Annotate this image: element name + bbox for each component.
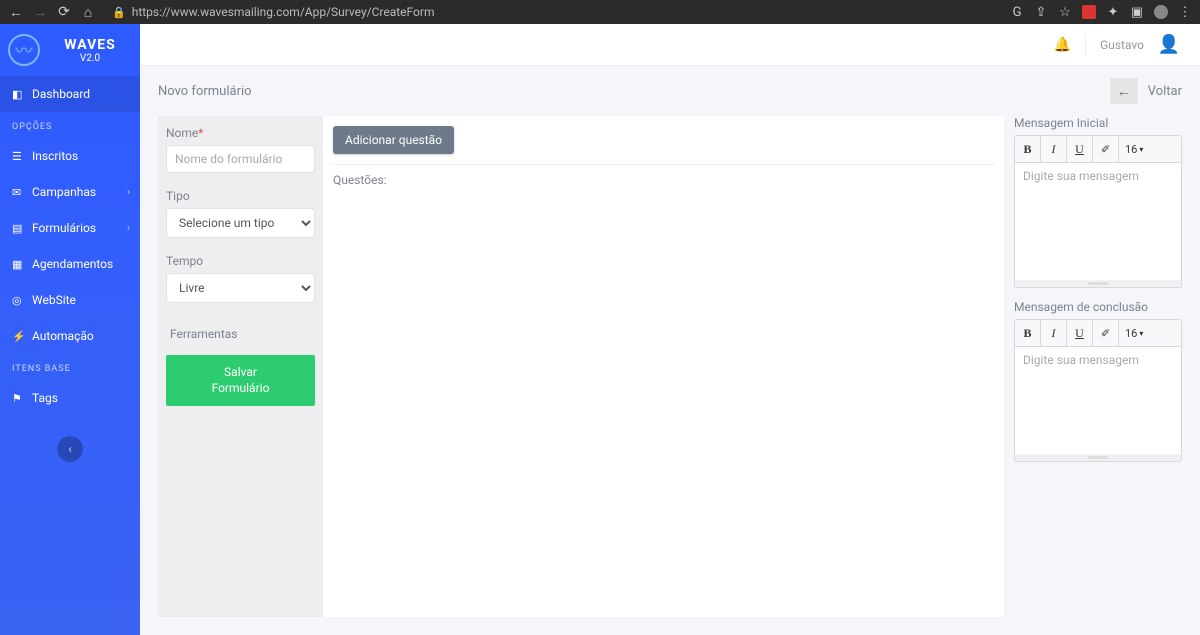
sidebar-item-campanhas[interactable]: ✉ Campanhas ›: [0, 174, 140, 210]
underline-button[interactable]: U: [1067, 136, 1093, 162]
sidebar-item-tags[interactable]: ⚑ Tags: [0, 380, 140, 416]
user-name: Gustavo: [1100, 38, 1144, 52]
add-question-button[interactable]: Adicionar questão: [333, 126, 454, 154]
sidebar-item-website[interactable]: ◎ WebSite: [0, 282, 140, 318]
brand-logo-icon: 〰: [8, 34, 40, 66]
bold-button[interactable]: B: [1015, 136, 1041, 162]
brand-block: 〰 WAVES V2.0: [0, 24, 140, 76]
brand-name: WAVES: [64, 37, 115, 53]
save-form-button[interactable]: SalvarFormulário: [166, 355, 315, 406]
resize-handle[interactable]: [1014, 280, 1182, 288]
sidebar-collapse-button[interactable]: ‹: [57, 436, 83, 462]
users-icon: ☰: [12, 150, 24, 163]
divider: [333, 164, 994, 165]
sidebar-heading-itensbase: ITENS BASE: [0, 354, 140, 380]
avatar-icon[interactable]: 👤: [1158, 34, 1180, 56]
type-label: Tipo: [166, 189, 315, 203]
sidebar-item-automacao[interactable]: ⚡ Automação: [0, 318, 140, 354]
reload-icon[interactable]: ⟳: [56, 4, 72, 20]
bell-icon[interactable]: 🔔: [1054, 37, 1071, 53]
back-button[interactable]: ←: [1110, 78, 1138, 104]
browser-chrome: ← → ⟳ ⌂ 🔒 https://www.wavesmailing.com/A…: [0, 0, 1200, 24]
url-text: https://www.wavesmailing.com/App/Survey/…: [132, 5, 435, 19]
name-label: Nome*: [166, 126, 315, 140]
share-icon[interactable]: ⇪: [1034, 5, 1048, 19]
extension-red-icon[interactable]: [1082, 5, 1096, 19]
underline-button[interactable]: U: [1067, 320, 1093, 346]
brand-version: V2.0: [80, 53, 100, 64]
sidebar-item-label: Campanhas: [32, 185, 128, 199]
caret-down-icon: ▾: [1139, 329, 1143, 338]
back-label: Voltar: [1148, 84, 1182, 99]
time-label: Tempo: [166, 254, 315, 268]
resize-handle[interactable]: [1014, 454, 1182, 462]
sidebar: 〰 WAVES V2.0 ◧ Dashboard OPÇÕES ☰ Inscri…: [0, 24, 140, 635]
calendar-icon: ▦: [12, 258, 24, 271]
google-ext-icon[interactable]: G: [1010, 5, 1024, 19]
sidebar-item-inscritos[interactable]: ☰ Inscritos: [0, 138, 140, 174]
chevron-right-icon: ›: [127, 187, 130, 198]
divider: [1085, 34, 1086, 56]
bolt-icon: ⚡: [12, 330, 24, 343]
back-nav-icon[interactable]: ←: [8, 4, 24, 21]
chevron-right-icon: ›: [127, 223, 130, 234]
time-select[interactable]: Livre: [166, 273, 315, 303]
profile-avatar-icon[interactable]: [1154, 5, 1168, 19]
fontsize-button[interactable]: 16▾: [1119, 136, 1149, 162]
initial-message-title: Mensagem Inicial: [1014, 116, 1182, 130]
questions-panel: Adicionar questão Questões:: [323, 116, 1004, 617]
globe-icon: ◎: [12, 294, 24, 307]
messages-panel: Mensagem Inicial B I U ✐ 16▾ Digite sua …: [1004, 116, 1182, 617]
topbar: 🔔 Gustavo 👤: [140, 24, 1200, 66]
eraser-button[interactable]: ✐: [1093, 320, 1119, 346]
sidebar-item-dashboard[interactable]: ◧ Dashboard: [0, 76, 140, 112]
form-config-panel: Nome* Tipo Selecione um tipo Tempo Livre…: [158, 116, 323, 617]
sidebar-item-label: Agendamentos: [32, 257, 128, 271]
bold-button[interactable]: B: [1015, 320, 1041, 346]
document-icon: ▤: [12, 222, 24, 235]
type-select[interactable]: Selecione um tipo: [166, 208, 315, 238]
forward-nav-icon[interactable]: →: [32, 4, 48, 21]
sidebar-item-formularios[interactable]: ▤ Formulários ›: [0, 210, 140, 246]
home-icon[interactable]: ⌂: [80, 4, 96, 21]
sidebar-item-label: Dashboard: [32, 87, 128, 101]
editor-toolbar-conclusion: B I U ✐ 16▾: [1014, 319, 1182, 347]
sidebar-heading-opcoes: OPÇÕES: [0, 112, 140, 138]
puzzle-icon[interactable]: ✦: [1106, 5, 1120, 19]
star-icon[interactable]: ☆: [1058, 5, 1072, 19]
tag-icon: ⚑: [12, 392, 24, 405]
sidebar-item-label: Inscritos: [32, 149, 128, 163]
sidebar-item-label: Formulários: [32, 221, 128, 235]
initial-message-block: Mensagem Inicial B I U ✐ 16▾ Digite sua …: [1014, 116, 1182, 288]
panel-icon[interactable]: ▣: [1130, 5, 1144, 19]
initial-message-editor[interactable]: Digite sua mensagem: [1014, 163, 1182, 283]
italic-button[interactable]: I: [1041, 136, 1067, 162]
page-title: Novo formulário: [158, 84, 252, 99]
italic-button[interactable]: I: [1041, 320, 1067, 346]
chrome-extensions: G ⇪ ☆ ✦ ▣ ⋮: [1010, 5, 1192, 19]
sidebar-item-label: Automação: [32, 329, 128, 343]
questions-label: Questões:: [333, 173, 994, 187]
main-area: 🔔 Gustavo 👤 Novo formulário ← Voltar Nom…: [140, 24, 1200, 635]
menu-dots-icon[interactable]: ⋮: [1178, 5, 1192, 19]
eraser-button[interactable]: ✐: [1093, 136, 1119, 162]
dashboard-icon: ◧: [12, 88, 24, 101]
sidebar-item-label: Tags: [32, 391, 128, 405]
fontsize-button[interactable]: 16▾: [1119, 320, 1149, 346]
caret-down-icon: ▾: [1139, 145, 1143, 154]
envelope-icon: ✉: [12, 186, 24, 199]
lock-icon: 🔒: [112, 6, 126, 19]
editor-toolbar-initial: B I U ✐ 16▾: [1014, 135, 1182, 163]
tools-label: Ferramentas: [166, 319, 315, 351]
sidebar-item-agendamentos[interactable]: ▦ Agendamentos: [0, 246, 140, 282]
url-bar[interactable]: 🔒 https://www.wavesmailing.com/App/Surve…: [112, 5, 1002, 19]
conclusion-message-editor[interactable]: Digite sua mensagem: [1014, 347, 1182, 457]
conclusion-message-block: Mensagem de conclusão B I U ✐ 16▾ Digite…: [1014, 300, 1182, 462]
sidebar-item-label: WebSite: [32, 293, 128, 307]
form-name-input[interactable]: [166, 145, 315, 173]
conclusion-message-title: Mensagem de conclusão: [1014, 300, 1182, 314]
back-button-group: ← Voltar: [1110, 78, 1182, 104]
